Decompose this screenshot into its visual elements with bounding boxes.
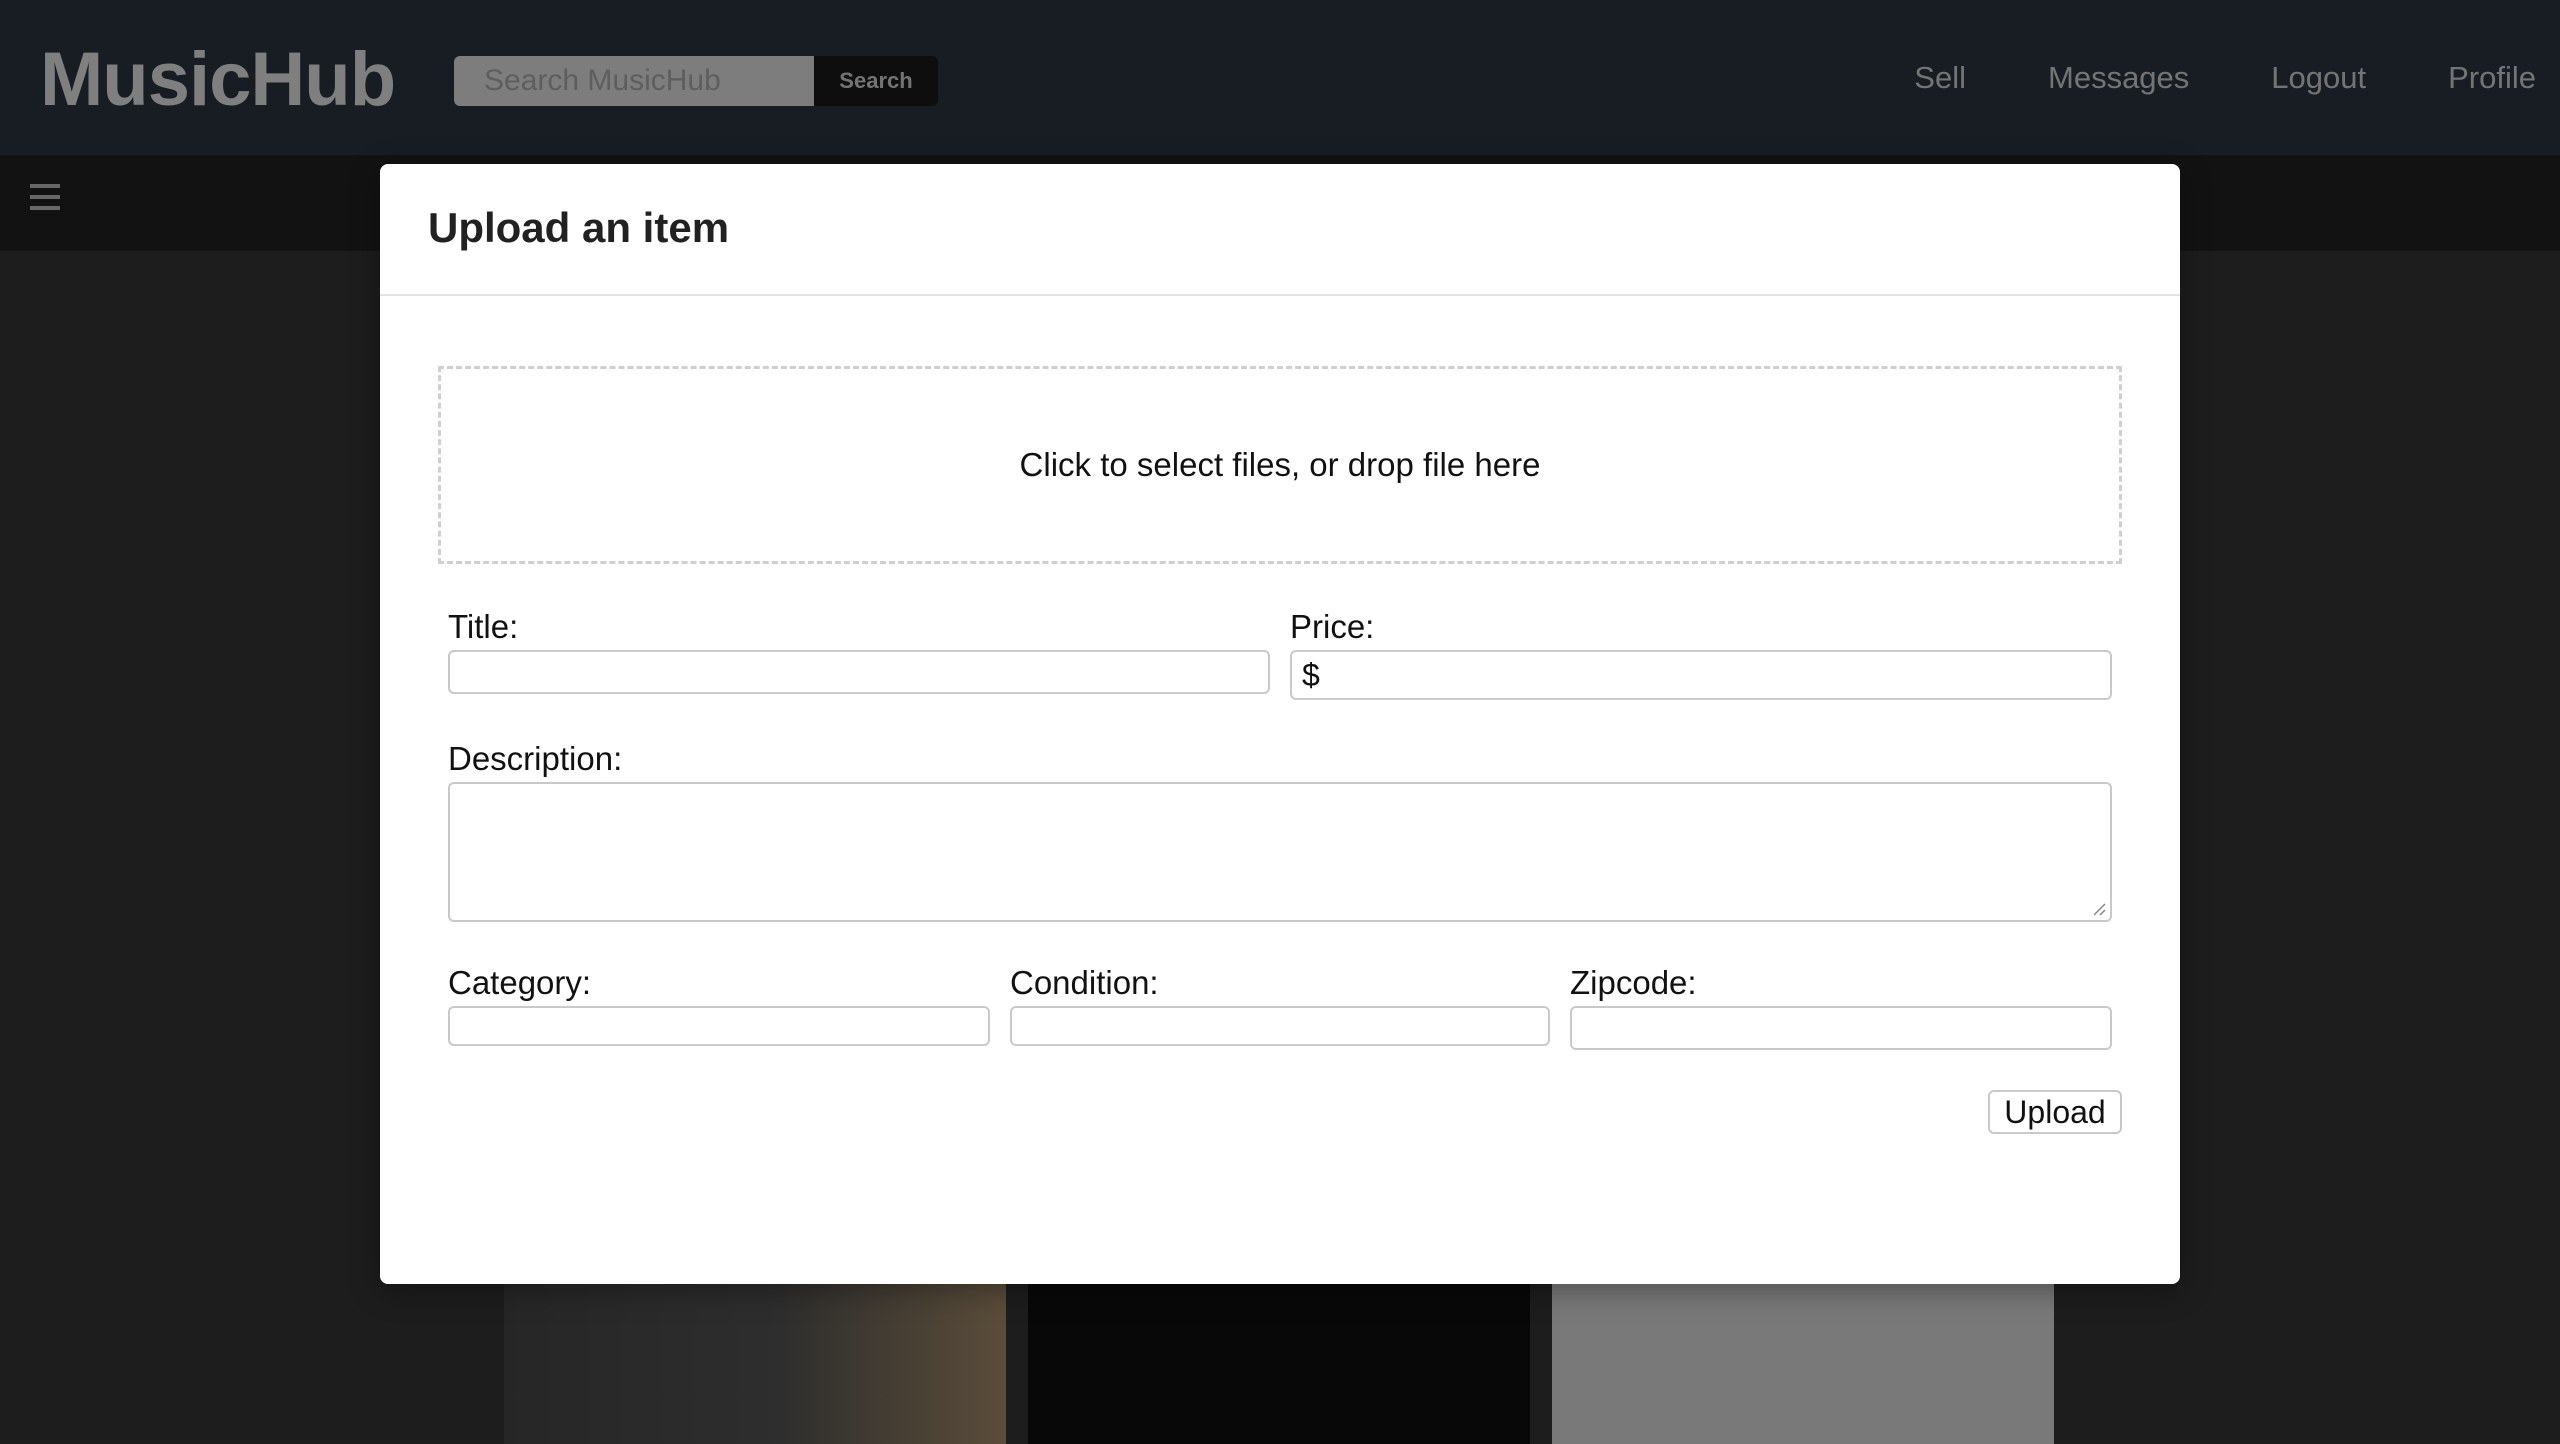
condition-label: Condition: xyxy=(1010,964,1159,1001)
price-label: Price: xyxy=(1290,608,1375,645)
currency-prefix: $ xyxy=(1302,656,1320,693)
title-input[interactable] xyxy=(448,650,1270,694)
condition-select[interactable] xyxy=(1010,1006,1550,1046)
modal-header: Upload an item xyxy=(380,164,2180,296)
title-label: Title: xyxy=(448,608,519,645)
description-label: Description: xyxy=(448,740,623,777)
upload-button[interactable]: Upload xyxy=(1988,1090,2122,1134)
modal-title: Upload an item xyxy=(428,204,730,251)
resize-grip-icon[interactable] xyxy=(2090,900,2106,916)
price-input[interactable]: $ xyxy=(1290,650,2112,700)
zipcode-input[interactable] xyxy=(1570,1006,2112,1050)
file-dropzone[interactable]: Click to select files, or drop file here xyxy=(438,366,2122,564)
zipcode-label: Zipcode: xyxy=(1570,964,1697,1001)
category-label: Category: xyxy=(448,964,592,1001)
description-textarea[interactable] xyxy=(448,782,2112,922)
category-select[interactable] xyxy=(448,1006,990,1046)
upload-modal: Upload an item Click to select files, or… xyxy=(380,164,2180,1284)
dropzone-text: Click to select files, or drop file here xyxy=(1019,446,1541,483)
